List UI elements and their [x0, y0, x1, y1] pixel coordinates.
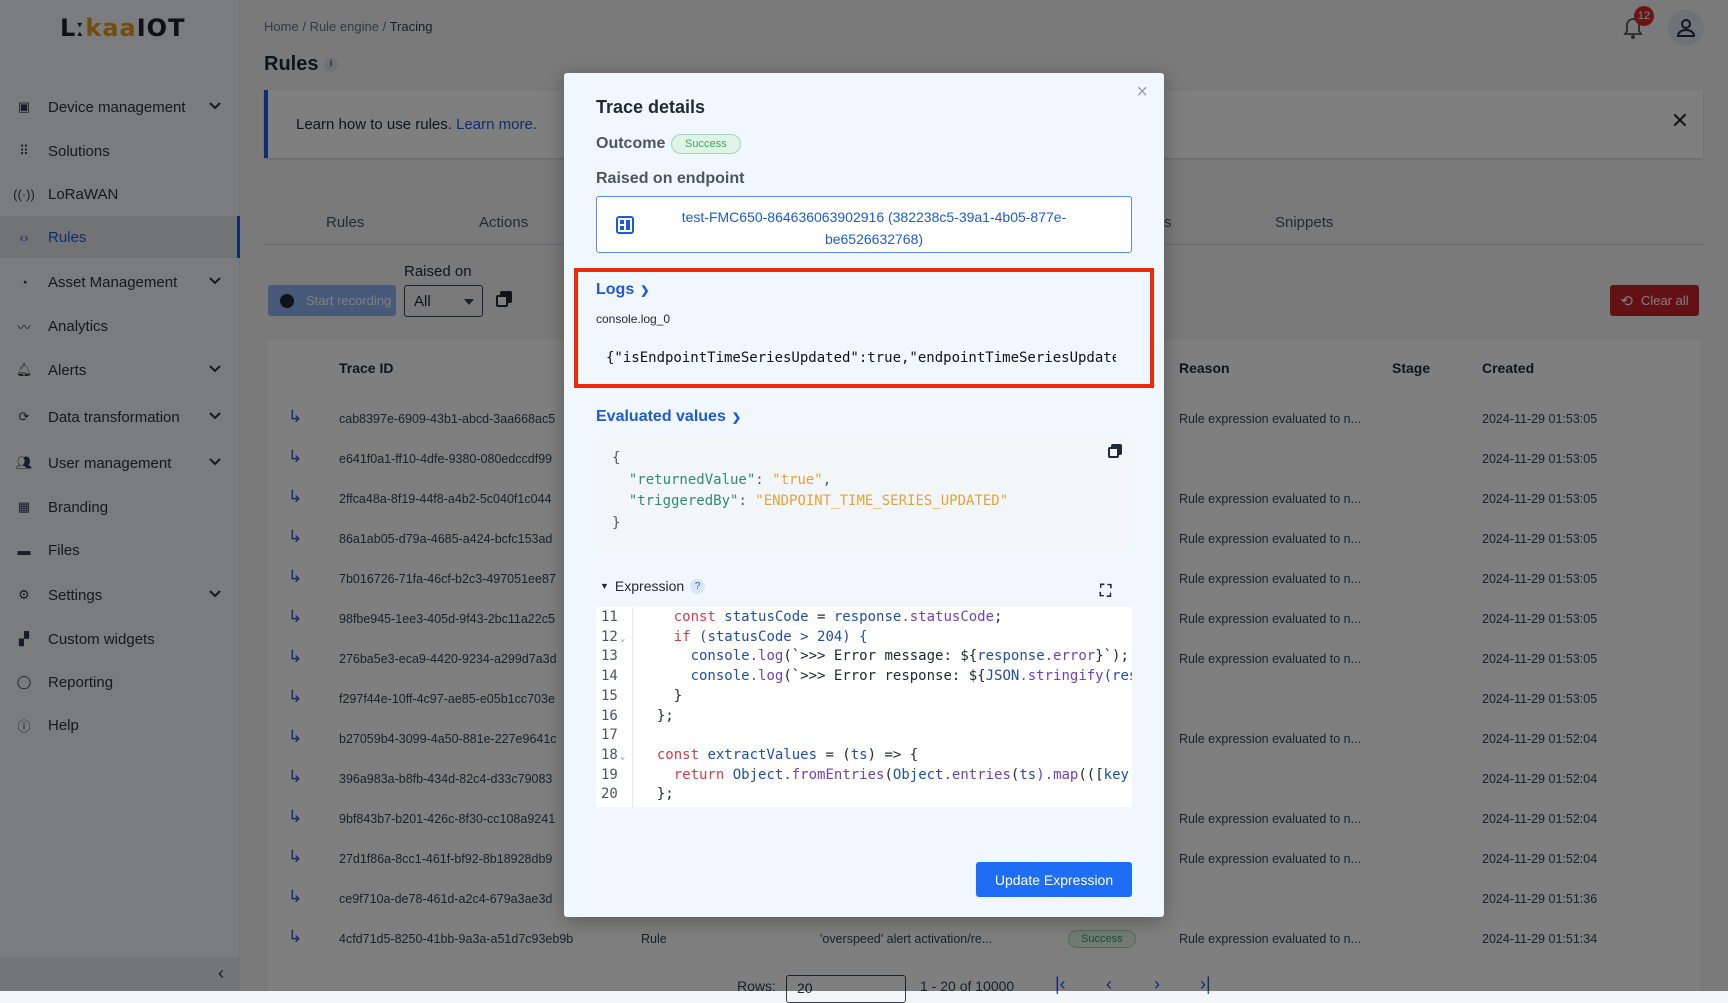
copy-icon[interactable] — [1108, 444, 1122, 458]
code-line: const extractValues = (ts) => { — [640, 746, 918, 766]
code-token: (statusCode > 204) { — [699, 628, 868, 645]
code-token: const — [656, 746, 708, 763]
fold-chevron-icon[interactable]: ⌄ — [620, 752, 625, 762]
code-line: return Object.fromEntries(Object.entries… — [640, 766, 1132, 786]
highlight-box — [574, 268, 1154, 388]
code-token: .stringify — [1019, 668, 1104, 685]
code-token: (res — [1103, 668, 1132, 685]
outcome-badge: Success — [671, 134, 741, 154]
code-token: ; — [994, 609, 1003, 625]
code-token: (`>>> Error response: ${ — [783, 668, 986, 685]
caret-down-icon: ▼ — [600, 581, 609, 591]
update-expression-button[interactable]: Update Expression — [976, 862, 1132, 897]
log-key: console.log_0 — [596, 312, 671, 326]
code-line: }; — [640, 785, 674, 805]
line-gutter: 11 12 ⌄ 13 14 15 16 17 18 ⌄ 19 20 — [596, 607, 633, 807]
code-token: ).map — [1036, 766, 1079, 783]
code-token: Object — [892, 766, 944, 783]
code-token: = — [817, 609, 834, 625]
device-icon — [616, 216, 634, 234]
code-token: }; — [640, 786, 674, 803]
log-value: {"isEndpointTimeSeriesUpdated":true,"end… — [606, 350, 1116, 366]
code-token: if — [673, 628, 700, 645]
code-token: }`); — [1095, 648, 1129, 665]
evaluated-values-json: { "returnedValue": "true", "triggeredBy"… — [596, 436, 1132, 551]
help-icon[interactable]: ? — [690, 578, 706, 594]
code-token: .error — [1044, 648, 1096, 665]
raised-on-endpoint-label: Raised on endpoint — [596, 170, 745, 187]
code-token: ts — [1019, 766, 1037, 783]
expression-editor[interactable]: 11 12 ⌄ 13 14 15 16 17 18 ⌄ 19 20 const statusCode … — [596, 607, 1132, 807]
code-token: ) => { — [867, 746, 919, 763]
expression-toggle[interactable]: ▼ Expression? — [600, 578, 706, 594]
close-modal-icon[interactable]: × — [1136, 81, 1148, 104]
evaluated-values-toggle[interactable]: Evaluated values ❯ — [596, 408, 741, 426]
logs-toggle[interactable]: Logs ❯ — [596, 281, 649, 299]
code-token: return — [673, 766, 733, 783]
code-token: response — [833, 609, 902, 625]
code-line: const statusCode = response.statusCode; — [640, 608, 1003, 628]
modal-title: Trace details — [596, 97, 706, 117]
code-token: (([ — [1078, 766, 1104, 783]
code-token: .log — [749, 648, 784, 665]
code-token: console — [690, 648, 750, 665]
code-token: JSON — [985, 668, 1020, 685]
code-token: ( — [884, 766, 893, 783]
code-token: extractValues — [707, 746, 826, 763]
code-token: }; — [640, 707, 674, 724]
code-token: = ( — [825, 746, 851, 763]
code-token: ts — [850, 746, 868, 763]
chevron-down-icon: ❯ — [640, 284, 650, 297]
code-token: .entries — [943, 766, 1011, 783]
endpoint-link[interactable]: test-FMC650-864636063902916 (382238c5-39… — [596, 196, 1132, 253]
code-line: console.log(`>>> Error message: ${respon… — [640, 647, 1129, 667]
code-line: } — [640, 687, 682, 707]
code-token: key, — [1103, 766, 1132, 783]
code-token: } — [640, 687, 683, 704]
fold-chevron-icon[interactable]: ⌄ — [620, 634, 625, 644]
fullscreen-icon[interactable]: ⛶ — [1100, 583, 1111, 601]
code-token: Object — [732, 766, 784, 783]
code-token: response — [977, 648, 1045, 665]
code-token: const — [673, 609, 725, 625]
code-token: (`>>> Error message: ${ — [783, 648, 978, 665]
code-token: .fromEntries — [783, 766, 885, 783]
code-token: .statusCode — [901, 609, 995, 625]
code-token: .log — [749, 668, 784, 685]
code-line: }; — [640, 707, 674, 727]
code-line: console.log(`>>> Error response: ${JSON.… — [640, 667, 1132, 687]
code-token: statusCode — [724, 609, 818, 625]
trace-details-modal: × Trace details Outcome Success Raised o… — [564, 73, 1164, 917]
code-token: console — [690, 668, 750, 685]
outcome-label: Outcome — [596, 135, 666, 152]
code-line: if (statusCode > 204) { — [640, 628, 868, 648]
chevron-down-icon: ❯ — [731, 411, 742, 424]
